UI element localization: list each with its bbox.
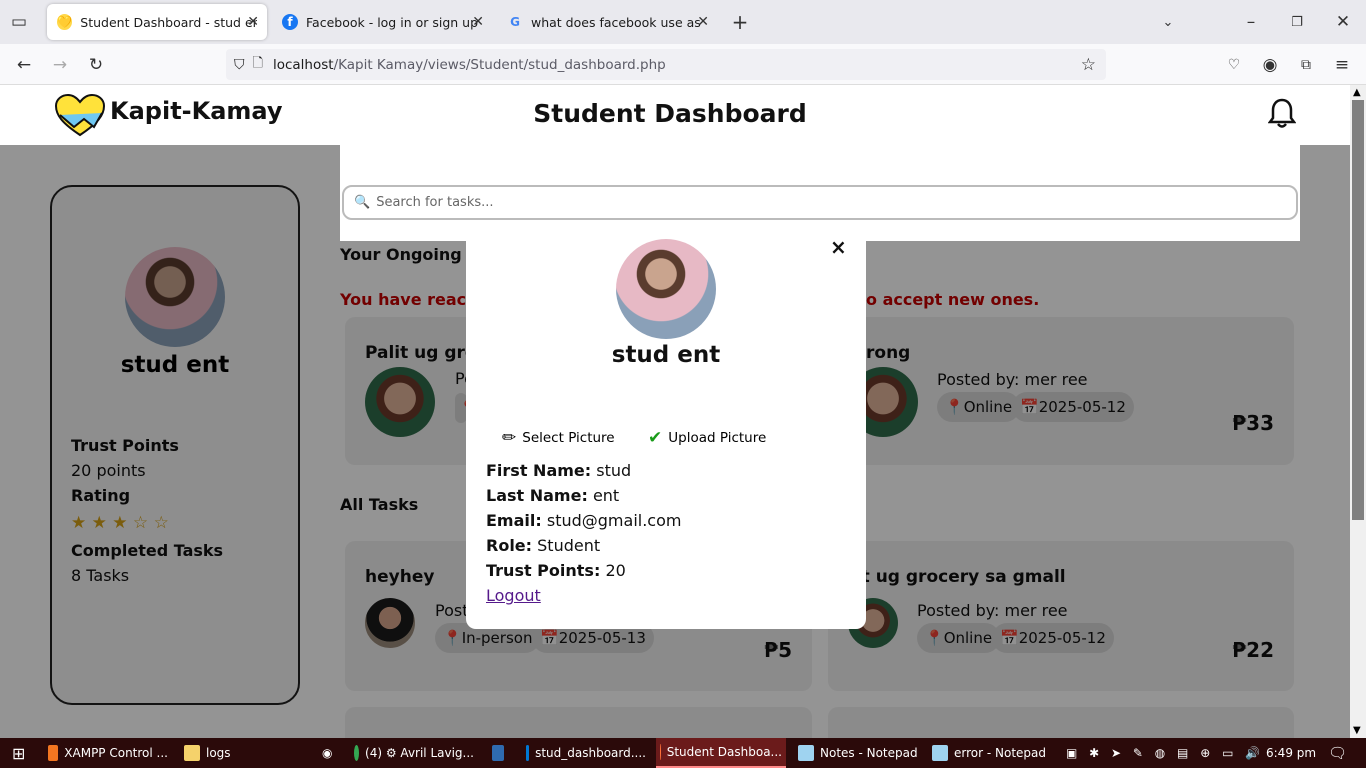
taskbar-label: XAMPP Control ... [64, 746, 168, 760]
system-tray-icons[interactable]: ▣ ✱ ➤ ✎ ◍ ▤ ⊕ ▭ 🔊 [1062, 738, 1268, 768]
first-name-label: First Name: [486, 461, 592, 480]
chrome-icon [354, 745, 360, 761]
forward-icon[interactable]: → [47, 52, 73, 78]
close-tab-icon[interactable]: ✕ [697, 14, 709, 30]
upload-picture-button[interactable]: ✔ Upload Picture [648, 428, 766, 448]
close-modal-button[interactable]: × [830, 235, 847, 259]
search-icon: 🔍 [354, 195, 371, 210]
browser-tab-bar: ▭ 💛 Student Dashboard - stud ent ✕ f Fac… [0, 0, 1366, 44]
first-name-value: stud [596, 461, 632, 480]
taskbar-item-firefox[interactable]: Student Dashboa... [656, 738, 786, 768]
scrollbar-thumb[interactable] [1352, 100, 1364, 520]
chevron-down-icon[interactable]: ⌄ [1155, 9, 1181, 35]
notifications-icon[interactable]: 🗨 [1324, 738, 1351, 768]
browser-nav-bar: ← → ↻ ⛉ 🗋 localhost /Kapit Kamay/views/S… [0, 44, 1366, 85]
page-title: Student Dashboard [533, 99, 807, 128]
pencil-icon: ✏ [502, 428, 517, 448]
xampp-icon [48, 745, 59, 761]
taskbar-label: stud_dashboard.... [535, 746, 646, 760]
notepad-icon [932, 745, 948, 761]
menu-icon[interactable]: ≡ [1329, 52, 1355, 78]
search-section-highlight: 🔍 Search for tasks... [340, 145, 1300, 241]
page-viewport: Kapit-Kamay Student Dashboard stud ent T… [0, 85, 1350, 738]
record-icon[interactable]: ◉ [318, 738, 342, 768]
firefox-icon [660, 744, 661, 760]
search-input[interactable]: 🔍 Search for tasks... [342, 185, 1298, 220]
search-placeholder: Search for tasks... [376, 195, 494, 210]
last-name-label: Last Name: [486, 486, 588, 505]
email-label: Email: [486, 511, 542, 530]
heart-hands-icon: 💛 [57, 14, 73, 30]
role-label: Role: [486, 536, 533, 555]
email-value: stud@gmail.com [546, 511, 682, 530]
taskbar-item-chrome[interactable]: (4) ⚙ Avril Lavig... [350, 738, 478, 768]
close-tab-icon[interactable]: ✕ [472, 14, 484, 30]
folder-icon [184, 745, 200, 761]
select-picture-button[interactable]: ✏ Select Picture [502, 428, 615, 448]
upload-picture-label: Upload Picture [668, 430, 767, 446]
role-row: Role: Student [486, 536, 600, 555]
url-path: /Kapit Kamay/views/Student/stud_dashboar… [333, 56, 666, 73]
app-tile-icon [492, 745, 504, 761]
back-icon[interactable]: ← [11, 52, 37, 78]
taskbar-label: error - Notepad [954, 746, 1047, 760]
taskbar-item-notes[interactable]: Notes - Notepad [794, 738, 922, 768]
tab-title: what does facebook use as a fo [531, 14, 701, 30]
email-row: Email: stud@gmail.com [486, 511, 681, 530]
last-name-value: ent [592, 486, 620, 505]
bell-icon[interactable] [1267, 97, 1297, 131]
tab-student-dashboard[interactable]: 💛 Student Dashboard - stud ent ✕ [47, 4, 267, 40]
select-picture-label: Select Picture [522, 430, 615, 446]
trust-points-value: 20 [605, 561, 626, 580]
app-icon[interactable] [488, 738, 514, 768]
logout-link[interactable]: Logout [486, 586, 541, 605]
taskbar-clock[interactable]: 6:49 pm [1262, 738, 1320, 768]
facebook-icon: f [282, 14, 298, 30]
taskbar-label: Student Dashboa... [666, 745, 782, 759]
tab-list-icon[interactable]: ▭ [6, 9, 32, 35]
taskbar-item-error[interactable]: error - Notepad [928, 738, 1056, 768]
url-host: localhost [272, 56, 334, 73]
reload-icon[interactable]: ↻ [83, 52, 109, 78]
tab-title: Student Dashboard - stud ent [80, 14, 257, 30]
taskbar-label: (4) ⚙ Avril Lavig... [365, 746, 474, 760]
taskbar-item-xampp[interactable]: XAMPP Control ... [44, 738, 172, 768]
modal-avatar [616, 239, 716, 339]
taskbar-label: Notes - Notepad [820, 746, 918, 760]
site-header: Kapit-Kamay Student Dashboard [0, 85, 1350, 145]
account-icon[interactable]: ◉ [1257, 52, 1283, 78]
page-icon: 🗋 [252, 55, 263, 71]
extensions-icon[interactable]: ⧉ [1293, 52, 1319, 78]
restore-icon[interactable]: ❐ [1284, 9, 1310, 35]
trust-points-row: Trust Points: 20 [486, 561, 626, 580]
modal-name: stud ent [611, 342, 721, 368]
vscode-icon [526, 745, 530, 761]
scroll-down-icon[interactable]: ▼ [1353, 725, 1361, 736]
google-icon: G [510, 15, 520, 29]
taskbar-item-logs[interactable]: logs [180, 738, 300, 768]
windows-taskbar: ⊞ XAMPP Control ... logs ◉ (4) ⚙ Avril L… [0, 738, 1366, 768]
url-bar[interactable]: ⛉ 🗋 localhost /Kapit Kamay/views/Student… [226, 49, 1106, 80]
profile-modal: × stud ent ✏ Select Picture ✔ Upload Pic… [466, 235, 866, 629]
notepad-icon [798, 745, 814, 761]
bookmark-star-icon[interactable]: ☆ [1081, 55, 1096, 75]
first-name-row: First Name: stud [486, 461, 631, 480]
last-name-row: Last Name: ent [486, 486, 619, 505]
pocket-icon[interactable]: ♡ [1221, 52, 1247, 78]
trust-points-label: Trust Points: [486, 561, 601, 580]
tab-google[interactable]: G what does facebook use as a fo ✕ [497, 4, 717, 40]
shield-icon[interactable]: ⛉ [234, 57, 245, 73]
scroll-up-icon[interactable]: ▲ [1353, 87, 1361, 98]
close-tab-icon[interactable]: ✕ [247, 14, 259, 30]
close-window-icon[interactable]: ✕ [1330, 9, 1356, 35]
minimize-icon[interactable]: – [1238, 9, 1264, 35]
checkmark-icon: ✔ [648, 428, 663, 448]
windows-start-icon[interactable]: ⊞ [8, 738, 29, 768]
taskbar-item-vscode[interactable]: stud_dashboard.... [522, 738, 650, 768]
taskbar-label: logs [206, 746, 231, 760]
tab-title: Facebook - log in or sign up [306, 14, 479, 30]
new-tab-icon[interactable]: + [727, 9, 753, 35]
role-value: Student [537, 536, 601, 555]
tab-facebook[interactable]: f Facebook - log in or sign up ✕ [272, 4, 492, 40]
